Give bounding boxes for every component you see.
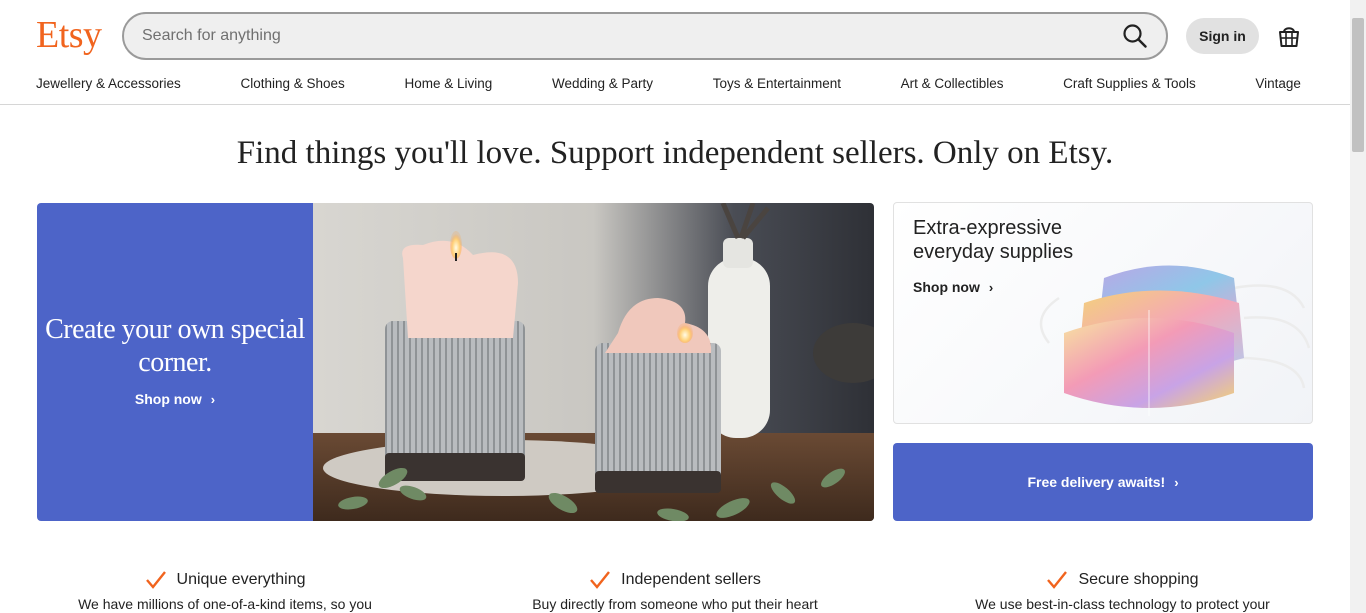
checkmark-icon — [1047, 571, 1068, 589]
basket-icon[interactable] — [1277, 23, 1301, 49]
nav-item-jewellery[interactable]: Jewellery & Accessories — [36, 74, 181, 96]
value-prop-title: Secure shopping — [1078, 571, 1199, 588]
banner-title: Create your own special corner. — [45, 314, 305, 378]
value-prop-desc: We use best-in-class technology to prote… — [975, 596, 1270, 612]
search-bar[interactable] — [122, 12, 1168, 60]
nav-item-wedding[interactable]: Wedding & Party — [552, 74, 653, 96]
nav-item-toys[interactable]: Toys & Entertainment — [713, 74, 841, 96]
value-prop-title: Unique everything — [176, 571, 306, 588]
banner-shop-now-link[interactable]: Shop now › — [37, 391, 313, 407]
search-input[interactable] — [142, 14, 1102, 58]
value-prop-secure: Secure shopping We use best-in-class tec… — [950, 566, 1295, 613]
face-masks-image — [1039, 265, 1311, 416]
banner-cta-label: Shop now — [134, 391, 202, 407]
chevron-right-icon: › — [988, 280, 994, 295]
free-delivery-label: Free delivery awaits! — [1027, 474, 1166, 490]
value-prop-sellers: Independent sellers Buy directly from so… — [505, 566, 845, 613]
chevron-right-icon: › — [1174, 474, 1179, 490]
chevron-right-icon: › — [210, 392, 216, 407]
promo-shop-now-link[interactable]: Shop now › — [913, 279, 993, 295]
candles-photo — [313, 203, 874, 521]
value-prop-unique: Unique everything We have millions of on… — [60, 566, 390, 613]
banner-text-panel: Create your own special corner. Shop now… — [37, 203, 313, 521]
category-nav: Jewellery & Accessories Clothing & Shoes… — [36, 74, 1301, 96]
value-propositions: Unique everything We have millions of on… — [0, 566, 1350, 613]
checkmark-icon — [145, 571, 166, 589]
value-prop-desc: We have millions of one-of-a-kind items,… — [78, 596, 372, 612]
scrollbar-thumb[interactable] — [1352, 18, 1364, 152]
nav-item-home[interactable]: Home & Living — [404, 74, 492, 96]
etsy-logo[interactable]: Etsy — [36, 12, 102, 58]
page-scrollbar[interactable] — [1350, 0, 1366, 613]
nav-item-art[interactable]: Art & Collectibles — [901, 74, 1004, 96]
main-banner[interactable]: Create your own special corner. Shop now… — [37, 203, 874, 521]
search-icon[interactable] — [1122, 23, 1148, 49]
nav-item-clothing[interactable]: Clothing & Shoes — [240, 74, 344, 96]
checkmark-icon — [590, 571, 611, 589]
supplies-promo-card[interactable]: Extra-expressive everyday supplies Shop … — [893, 202, 1313, 424]
value-prop-title: Independent sellers — [621, 571, 761, 588]
nav-item-craft[interactable]: Craft Supplies & Tools — [1063, 74, 1196, 96]
sign-in-button[interactable]: Sign in — [1186, 18, 1259, 54]
free-delivery-banner[interactable]: Free delivery awaits! › — [893, 443, 1313, 521]
promo-cta-label: Shop now — [913, 279, 980, 295]
site-header: Etsy Sign in Jewellery & Accessories Clo… — [0, 0, 1350, 105]
nav-item-vintage[interactable]: Vintage — [1255, 74, 1301, 96]
hero-tagline: Find things you'll love. Support indepen… — [236, 135, 1114, 171]
value-prop-desc: Buy directly from someone who put their … — [532, 596, 818, 612]
